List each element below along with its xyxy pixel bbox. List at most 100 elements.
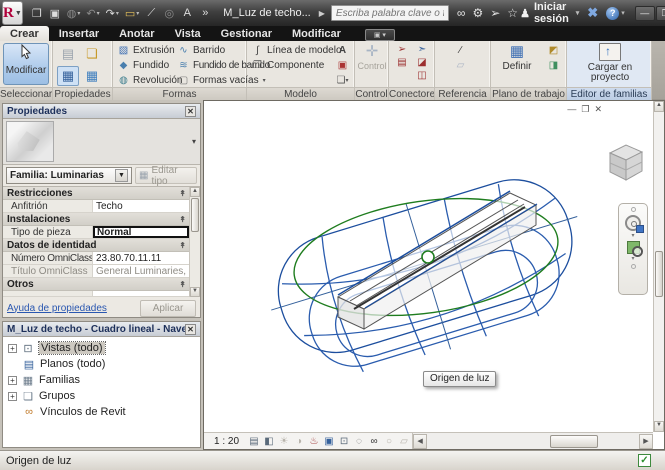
view-minimize-icon[interactable]: — [567, 104, 576, 115]
panel-label[interactable]: Control [355, 87, 388, 100]
family-type-selector[interactable]: Familia: Luminarias ▼ [6, 167, 132, 184]
param-value[interactable]: Techo [93, 200, 189, 212]
favorites-star-icon[interactable]: ☆ [507, 7, 518, 19]
modify-button[interactable]: Modificar [3, 43, 49, 85]
hide-isolate-glasses-icon[interactable]: ∞ [367, 435, 381, 448]
scrollbar-thumb[interactable] [550, 435, 598, 448]
revit-app-menu-button[interactable]: R ▼ [2, 1, 23, 25]
group-header-otros[interactable]: Otros↟ [3, 278, 200, 291]
unlocked-view-icon[interactable]: ◌ [352, 435, 366, 448]
ribbon-minimize-button[interactable]: ▣ ▾ [365, 29, 395, 41]
redo-button[interactable]: ↷▾ [104, 4, 121, 22]
cable-tray-connector-icon[interactable]: ◪ [414, 57, 430, 68]
shadows-icon[interactable]: ◑ [292, 435, 306, 448]
crop-region-icon[interactable]: ⊡ [337, 435, 351, 448]
reference-line-icon[interactable]: ∕ [453, 44, 468, 57]
panel-label[interactable]: Modelo [247, 87, 354, 100]
linea-de-modelo-button[interactable]: ∫ Línea de modelo [251, 43, 342, 57]
scroll-right-icon[interactable]: ▶ [639, 434, 653, 449]
properties-palette-icon[interactable]: ▤ [57, 44, 79, 64]
measure-button[interactable]: ▭▾ [123, 4, 141, 22]
panel-label[interactable]: Conectores [389, 87, 434, 100]
extrusion-button[interactable]: ▧ Extrusión [117, 43, 182, 57]
pipe-connector-icon[interactable]: ▤ [394, 57, 410, 68]
revolucion-button[interactable]: ◍ Revolución [117, 73, 182, 87]
reveal-hidden-lightbulb-icon[interactable]: ○ [382, 435, 396, 448]
panel-label[interactable]: Editor de familias [567, 87, 651, 100]
definir-button[interactable]: ▦ Definir [499, 43, 535, 72]
temporary-view-properties-icon[interactable]: ▱ [397, 435, 411, 448]
type-selector-expand-icon[interactable]: ▾ [192, 137, 196, 146]
scrollbar-thumb[interactable] [655, 251, 663, 297]
properties-scrollbar[interactable]: ▲ ▼ [189, 187, 200, 297]
family-types-icon[interactable]: ▦ [57, 66, 79, 86]
panel-label[interactable]: Plano de trabajo [491, 87, 566, 100]
drawing-area[interactable]: — ❐ ✕ ▾ ▾ Origen de luz ▲ [203, 100, 665, 450]
opening-icon[interactable]: ▣ [335, 59, 350, 72]
tab-crear[interactable]: Crear [0, 26, 49, 41]
restore-button[interactable]: ❐ [656, 6, 665, 21]
panel-label[interactable]: Seleccionar [0, 87, 52, 100]
model-group-icon[interactable]: ❏▾ [335, 74, 350, 87]
properties-title-bar[interactable]: Propiedades ✕ [3, 104, 200, 119]
title-expand-icon[interactable]: ▶ [319, 9, 325, 18]
detail-level-icon[interactable]: ▤ [247, 435, 261, 448]
minimize-button[interactable]: — [635, 6, 655, 21]
tab-insertar[interactable]: Insertar [49, 26, 109, 41]
rendering-dialog-icon[interactable]: ♨ [307, 435, 321, 448]
duct-connector-icon[interactable]: ➣ [414, 44, 430, 55]
close-icon[interactable]: ✕ [185, 324, 196, 335]
group-header-datos-de-identidad[interactable]: Datos de identidad↟ [3, 239, 200, 252]
visual-style-icon[interactable]: ◧ [262, 435, 276, 448]
componente-button[interactable]: ❒ Componente [251, 58, 342, 72]
control-button[interactable]: ✛ Control [357, 43, 387, 71]
edit-type-button[interactable]: ▦ Editar tipo [135, 167, 197, 184]
active-only-checkbox-icon[interactable]: ✓ [638, 454, 651, 467]
search-icon[interactable]: ∞ [457, 7, 466, 19]
scroll-up-icon[interactable]: ▲ [654, 101, 664, 112]
param-value[interactable]: 23.80.70.11.11 [93, 252, 189, 264]
cargar-en-proyecto-button[interactable]: ↑ Cargar en proyecto [585, 43, 635, 83]
subscription-icon[interactable]: ⚙ [472, 7, 483, 19]
fundido-button[interactable]: ◆ Fundido [117, 58, 182, 72]
group-header-restricciones[interactable]: Restricciones↟ [3, 187, 200, 200]
expand-icon[interactable]: + [8, 392, 17, 401]
sign-in-button[interactable]: ♟ Iniciar sesión ▾ [520, 1, 579, 25]
sync-button[interactable]: ◍▾ [65, 4, 83, 22]
expand-icon[interactable]: + [8, 344, 17, 353]
expand-icon[interactable]: + [8, 376, 17, 385]
close-icon[interactable]: ✕ [185, 106, 196, 117]
scroll-down-icon[interactable]: ▼ [190, 287, 200, 297]
help-menu[interactable]: ? ▾ [606, 7, 625, 20]
chevron-down-icon[interactable]: ▾ [631, 234, 634, 238]
scroll-down-icon[interactable]: ▼ [654, 421, 664, 432]
scrollbar-thumb[interactable] [191, 198, 199, 232]
viewcube[interactable] [602, 139, 646, 185]
scale-button[interactable]: 1 : 20 [204, 436, 247, 447]
panel-label[interactable]: Formas [113, 87, 246, 100]
tree-item-grupos[interactable]: + ❏ Grupos [3, 388, 200, 404]
infocenter-search-input[interactable] [331, 5, 449, 21]
navbar-options-icon[interactable] [631, 264, 636, 269]
tree-item-planos[interactable]: ▤ Planos (todo) [3, 356, 200, 372]
qat-overflow-button[interactable]: » [197, 4, 213, 22]
view-restore-icon[interactable]: ❐ [581, 104, 589, 115]
text-button[interactable]: A [179, 4, 195, 22]
communication-icon[interactable]: ➢ [490, 7, 500, 19]
wireframe-3d-model[interactable] [204, 101, 664, 449]
param-value-focused[interactable]: Normal [93, 226, 189, 238]
undo-button[interactable]: ↶▾ [84, 4, 101, 22]
chevron-down-icon[interactable]: ▾ [631, 257, 634, 261]
view-close-icon[interactable]: ✕ [594, 104, 602, 115]
workplane-viewer-icon[interactable]: ◨ [546, 59, 561, 72]
sun-path-icon[interactable]: ☀ [277, 435, 291, 448]
panel-label[interactable]: Propiedades [53, 87, 112, 100]
browser-title-bar[interactable]: M_Luz de techo - Cuadro lineal - Navegad… [3, 322, 200, 337]
vertical-scrollbar[interactable]: ▲ ▼ [653, 101, 664, 432]
tab-gestionar[interactable]: Gestionar [211, 26, 282, 41]
scroll-left-icon[interactable]: ◀ [413, 434, 427, 449]
reference-plane-icon[interactable]: ▱ [453, 59, 468, 72]
family-category-icon[interactable]: ❏ [81, 44, 103, 64]
tab-anotar[interactable]: Anotar [109, 26, 164, 41]
zoom-icon[interactable] [627, 241, 640, 254]
